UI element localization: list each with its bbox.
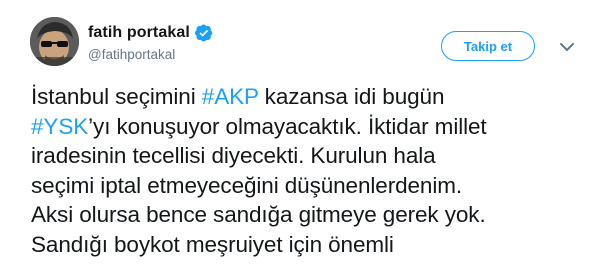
user-handle[interactable]: @fatihportakal <box>88 47 175 62</box>
avatar-image-icon <box>30 17 79 66</box>
tweet-card: fatih portakal @fatihportakal Takip et İ… <box>0 0 600 278</box>
tweet-line-1: İstanbul seçimini #AKP kazansa idi bugün <box>31 82 591 112</box>
tweet-text-segment: ’yı konuşuyor olmayacaktık. İktidar mill… <box>88 113 487 139</box>
tweet-line-2: #YSK’yı konuşuyor olmayacaktık. İktidar … <box>31 112 591 142</box>
profile-avatar[interactable] <box>30 17 79 66</box>
tweet-line-4: seçimi iptal etmeyeceğini düşünenlerdeni… <box>31 172 463 198</box>
verified-badge-icon <box>194 24 213 42</box>
tweet-text: İstanbul seçimini #AKP kazansa idi bugün… <box>31 82 591 259</box>
tweet-line-6: Sandığı boykot meşruiyet için önemli <box>31 231 394 257</box>
user-name-row[interactable]: fatih portakal <box>88 23 213 43</box>
hashtag-akp-link[interactable]: #AKP <box>202 84 259 109</box>
tweet-text-segment: İstanbul seçimini <box>31 84 202 109</box>
display-name[interactable]: fatih portakal <box>88 24 190 42</box>
hashtag-ysk-link[interactable]: #YSK <box>31 114 88 139</box>
follow-button[interactable]: Takip et <box>441 31 535 61</box>
tweet-text-segment: kazansa idi bugün <box>258 84 445 109</box>
tweet-line-5: Aksi olursa bence sandığa gitmeye gerek … <box>31 202 486 227</box>
chevron-down-icon[interactable] <box>559 40 575 52</box>
tweet-line-3: iradesinin tecellisi diyecekti. Kurulun … <box>31 143 436 168</box>
